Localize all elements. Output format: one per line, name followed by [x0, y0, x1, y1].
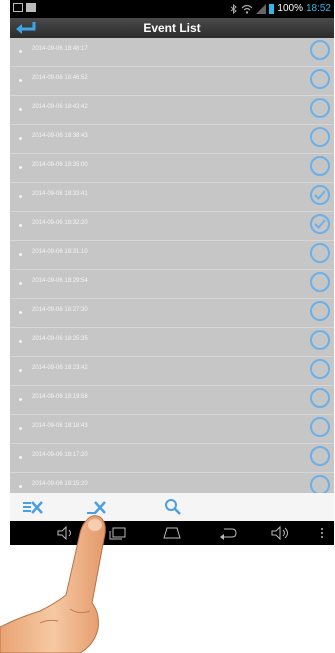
event-row[interactable]: 2014-09-06 18:25:35	[10, 328, 334, 357]
unchecked-circle-icon[interactable]	[310, 40, 330, 60]
event-row[interactable]: 2014-09-06 18:15:20	[10, 473, 334, 493]
unchecked-circle-icon[interactable]	[310, 417, 330, 437]
checked-circle-icon[interactable]	[310, 185, 330, 205]
event-row[interactable]: 2014-09-06 18:18:43	[10, 415, 334, 444]
event-row[interactable]: 2014-09-06 18:38:43	[10, 125, 334, 154]
bullet-icon	[19, 253, 22, 256]
event-timestamp: 2014-09-06 18:38:43	[32, 133, 88, 139]
page-title: Event List	[143, 21, 201, 35]
event-row[interactable]: 2014-09-06 18:31:10	[10, 241, 334, 270]
event-row[interactable]: 2014-09-06 18:33:41	[10, 183, 334, 212]
event-row[interactable]: 2014-09-06 18:46:52	[10, 67, 334, 96]
battery-icon	[269, 3, 275, 14]
checked-circle-icon[interactable]	[310, 214, 330, 234]
unchecked-circle-icon[interactable]	[310, 330, 330, 350]
unchecked-circle-icon[interactable]	[310, 301, 330, 321]
event-timestamp: 2014-09-06 18:18:43	[32, 423, 88, 429]
event-timestamp: 2014-09-06 18:43:42	[32, 104, 88, 110]
event-timestamp: 2014-09-06 18:33:41	[32, 191, 88, 197]
unchecked-circle-icon[interactable]	[310, 243, 330, 263]
event-timestamp: 2014-09-06 18:23:42	[32, 365, 88, 371]
clock: 18:52	[305, 3, 331, 14]
status-bar: 100% 18:52	[10, 0, 334, 18]
event-row[interactable]: 2014-09-06 18:48:17	[10, 38, 334, 67]
notification-icons	[13, 3, 36, 12]
event-timestamp: 2014-09-06 18:31:10	[32, 249, 88, 255]
event-timestamp: 2014-09-06 18:17:20	[32, 452, 88, 458]
unchecked-circle-icon[interactable]	[310, 156, 330, 176]
unchecked-circle-icon[interactable]	[310, 98, 330, 118]
back-icon[interactable]	[218, 526, 238, 540]
search-icon[interactable]	[163, 498, 185, 516]
event-timestamp: 2014-09-06 18:48:17	[32, 46, 88, 52]
event-row[interactable]: 2014-09-06 18:23:42	[10, 357, 334, 386]
bullet-icon	[19, 311, 22, 314]
wifi-icon	[241, 4, 253, 14]
event-timestamp: 2014-09-06 18:35:00	[32, 162, 88, 168]
bullet-icon	[19, 398, 22, 401]
bullet-icon	[19, 79, 22, 82]
signal-icon	[256, 3, 267, 14]
overflow-menu-icon[interactable]	[312, 526, 332, 540]
bullet-icon	[19, 224, 22, 227]
event-timestamp: 2014-09-06 18:29:54	[32, 278, 88, 284]
bullet-icon	[19, 108, 22, 111]
event-timestamp: 2014-09-06 18:32:20	[32, 220, 88, 226]
bullet-icon	[19, 166, 22, 169]
event-row[interactable]: 2014-09-06 18:35:00	[10, 154, 334, 183]
unchecked-circle-icon[interactable]	[310, 388, 330, 408]
event-row[interactable]: 2014-09-06 18:19:58	[10, 386, 334, 415]
volume-up-icon[interactable]	[270, 526, 290, 540]
unchecked-circle-icon[interactable]	[310, 359, 330, 379]
bullet-icon	[19, 427, 22, 430]
bullet-icon	[19, 50, 22, 53]
bullet-icon	[19, 340, 22, 343]
pointing-hand-illustration	[0, 515, 106, 653]
unchecked-circle-icon[interactable]	[310, 475, 330, 493]
event-row[interactable]: 2014-09-06 18:29:54	[10, 270, 334, 299]
event-timestamp: 2014-09-06 18:27:30	[32, 307, 88, 313]
event-row[interactable]: 2014-09-06 18:17:20	[10, 444, 334, 473]
bullet-icon	[19, 282, 22, 285]
unchecked-circle-icon[interactable]	[310, 446, 330, 466]
event-timestamp: 2014-09-06 18:15:20	[32, 481, 88, 487]
event-timestamp: 2014-09-06 18:25:35	[32, 336, 88, 342]
message-notification-icon	[26, 3, 36, 12]
action-bar: Event List	[10, 18, 334, 38]
bullet-icon	[19, 485, 22, 488]
event-timestamp: 2014-09-06 18:46:52	[32, 75, 88, 81]
screenshot-notification-icon	[13, 3, 23, 12]
event-list[interactable]: 2014-09-06 18:48:17 2014-09-06 18:46:52 20…	[10, 38, 334, 493]
unchecked-circle-icon[interactable]	[310, 69, 330, 89]
status-indicators: 100% 18:52	[229, 3, 331, 14]
event-row[interactable]: 2014-09-06 18:32:20	[10, 212, 334, 241]
event-timestamp: 2014-09-06 18:19:58	[32, 394, 88, 400]
event-row[interactable]: 2014-09-06 18:27:30	[10, 299, 334, 328]
bullet-icon	[19, 137, 22, 140]
bluetooth-icon	[231, 3, 238, 14]
battery-level: 100%	[277, 3, 303, 14]
unchecked-circle-icon[interactable]	[310, 272, 330, 292]
bullet-icon	[19, 195, 22, 198]
bullet-icon	[19, 369, 22, 372]
unchecked-circle-icon[interactable]	[310, 127, 330, 147]
bullet-icon	[19, 456, 22, 459]
home-icon[interactable]	[162, 526, 182, 540]
event-row[interactable]: 2014-09-06 18:43:42	[10, 96, 334, 125]
